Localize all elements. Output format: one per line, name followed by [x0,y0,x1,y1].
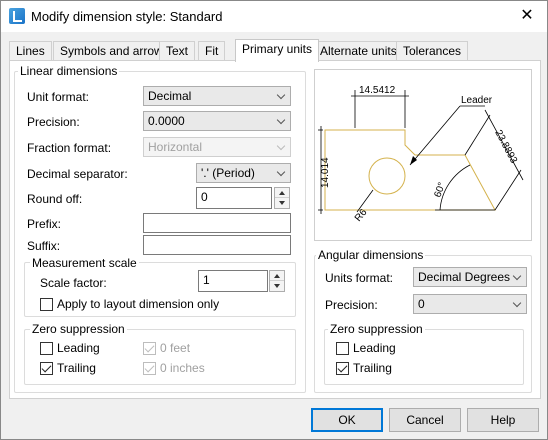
radius-dimension-text: R6 [353,207,370,224]
decimal-separator-value: '.' (Period) [201,166,255,180]
spin-up-icon[interactable] [270,271,284,281]
suffix-label: Suffix: [27,239,61,253]
scale-factor-input[interactable]: 1 [198,270,268,292]
fraction-format-label: Fraction format: [27,141,112,155]
help-button[interactable]: Help [467,408,539,432]
scale-factor-value: 1 [203,273,210,287]
ok-button[interactable]: OK [311,408,383,432]
modify-dimension-style-dialog: Modify dimension style: Standard ✕ Lines… [0,0,548,440]
tab-text[interactable]: Text [159,41,196,61]
zero-suppression-linear-label: Zero suppression [30,322,127,336]
units-format-select[interactable]: Decimal Degrees [413,267,527,287]
chevron-down-icon [276,141,286,151]
prefix-input[interactable] [143,213,291,233]
spin-down-icon[interactable] [270,281,284,291]
unit-format-label: Unit format: [27,90,90,104]
zero-inches-label: 0 inches [160,361,205,375]
chevron-down-icon [276,90,286,100]
spin-down-icon[interactable] [275,198,289,208]
part-outline [324,129,496,211]
prefix-label: Prefix: [27,217,62,231]
linear-dimensions-label: Linear dimensions [18,64,120,78]
zero-inches-checkbox[interactable] [143,362,156,375]
zero-feet-checkbox[interactable] [143,342,156,355]
units-format-label: Units format: [325,271,394,285]
chevron-down-icon [512,271,522,281]
fraction-format-select[interactable]: Horizontal [143,137,291,157]
zero-suppression-linear-group [24,329,296,385]
round-off-spinner[interactable] [274,187,290,209]
angular-leading-checkbox[interactable] [336,342,349,355]
round-off-label: Round off: [27,192,83,206]
linear-trailing-checkbox[interactable] [40,362,53,375]
precision-label: Precision: [27,115,80,129]
part-hole [368,157,406,195]
measurement-scale-label: Measurement scale [30,256,139,270]
scale-factor-label: Scale factor: [40,276,107,290]
tab-primary-units[interactable]: Primary units [235,39,320,62]
precision-select[interactable]: 0.0000 [143,111,291,131]
linear-trailing-label: Trailing [57,361,96,375]
angle-dimension-text: 60° [432,181,448,199]
scale-factor-spinner[interactable] [269,270,285,292]
left-dimension-text: 14.014 [320,157,331,188]
cancel-button[interactable]: Cancel [389,408,461,432]
angular-precision-label: Precision: [325,298,378,312]
angular-trailing-checkbox[interactable] [336,362,349,375]
precision-value: 0.0000 [148,114,185,128]
angular-trailing-label: Trailing [353,361,392,375]
diagonal-dimension-text: 23.8893 [492,128,519,165]
tab-symbols-and-arrows[interactable]: Symbols and arrows [53,41,176,61]
tab-alternate-units[interactable]: Alternate units [313,41,404,61]
zero-suppression-angular-group [324,329,524,385]
chevron-down-icon [276,167,286,177]
close-button[interactable]: ✕ [515,5,539,27]
angular-leading-label: Leading [353,341,396,355]
round-off-input[interactable]: 0 [196,187,272,209]
unit-format-select[interactable]: Decimal [143,86,291,106]
tab-tolerances[interactable]: Tolerances [396,41,469,61]
angular-precision-select[interactable]: 0 [413,294,527,314]
app-logo-icon [9,8,25,24]
angular-dimensions-label: Angular dimensions [316,248,426,262]
chevron-down-icon [512,298,522,308]
fraction-format-value: Horizontal [148,140,203,154]
spin-up-icon[interactable] [275,188,289,198]
preview-drawing: 14.5412 14.014 23.8893 60° R6 Leader [318,85,524,224]
round-off-value: 0 [201,190,208,204]
linear-leading-checkbox[interactable] [40,342,53,355]
decimal-separator-label: Decimal separator: [27,167,128,181]
title-bar: Modify dimension style: Standard ✕ [1,1,547,32]
dimension-preview: 14.5412 14.014 23.8893 60° R6 Leader [314,69,532,241]
chevron-down-icon [276,115,286,125]
apply-layout-label: Apply to layout dimension only [57,297,220,311]
units-format-value: Decimal Degrees [418,270,511,284]
primary-units-panel: Linear dimensions Unit format: Decimal P… [9,60,541,399]
zero-feet-label: 0 feet [160,341,191,355]
window-title: Modify dimension style: Standard [31,9,223,24]
tab-fit[interactable]: Fit [198,41,226,61]
tab-lines[interactable]: Lines [9,41,52,61]
linear-leading-label: Leading [57,341,100,355]
leader-text: Leader [461,95,493,106]
unit-format-value: Decimal [148,89,192,103]
decimal-separator-select[interactable]: '.' (Period) [196,163,291,183]
suffix-input[interactable] [143,235,291,255]
apply-layout-checkbox[interactable] [40,298,53,311]
angular-precision-value: 0 [418,297,425,311]
zero-suppression-angular-label: Zero suppression [328,322,425,336]
top-dimension-text: 14.5412 [359,85,396,96]
